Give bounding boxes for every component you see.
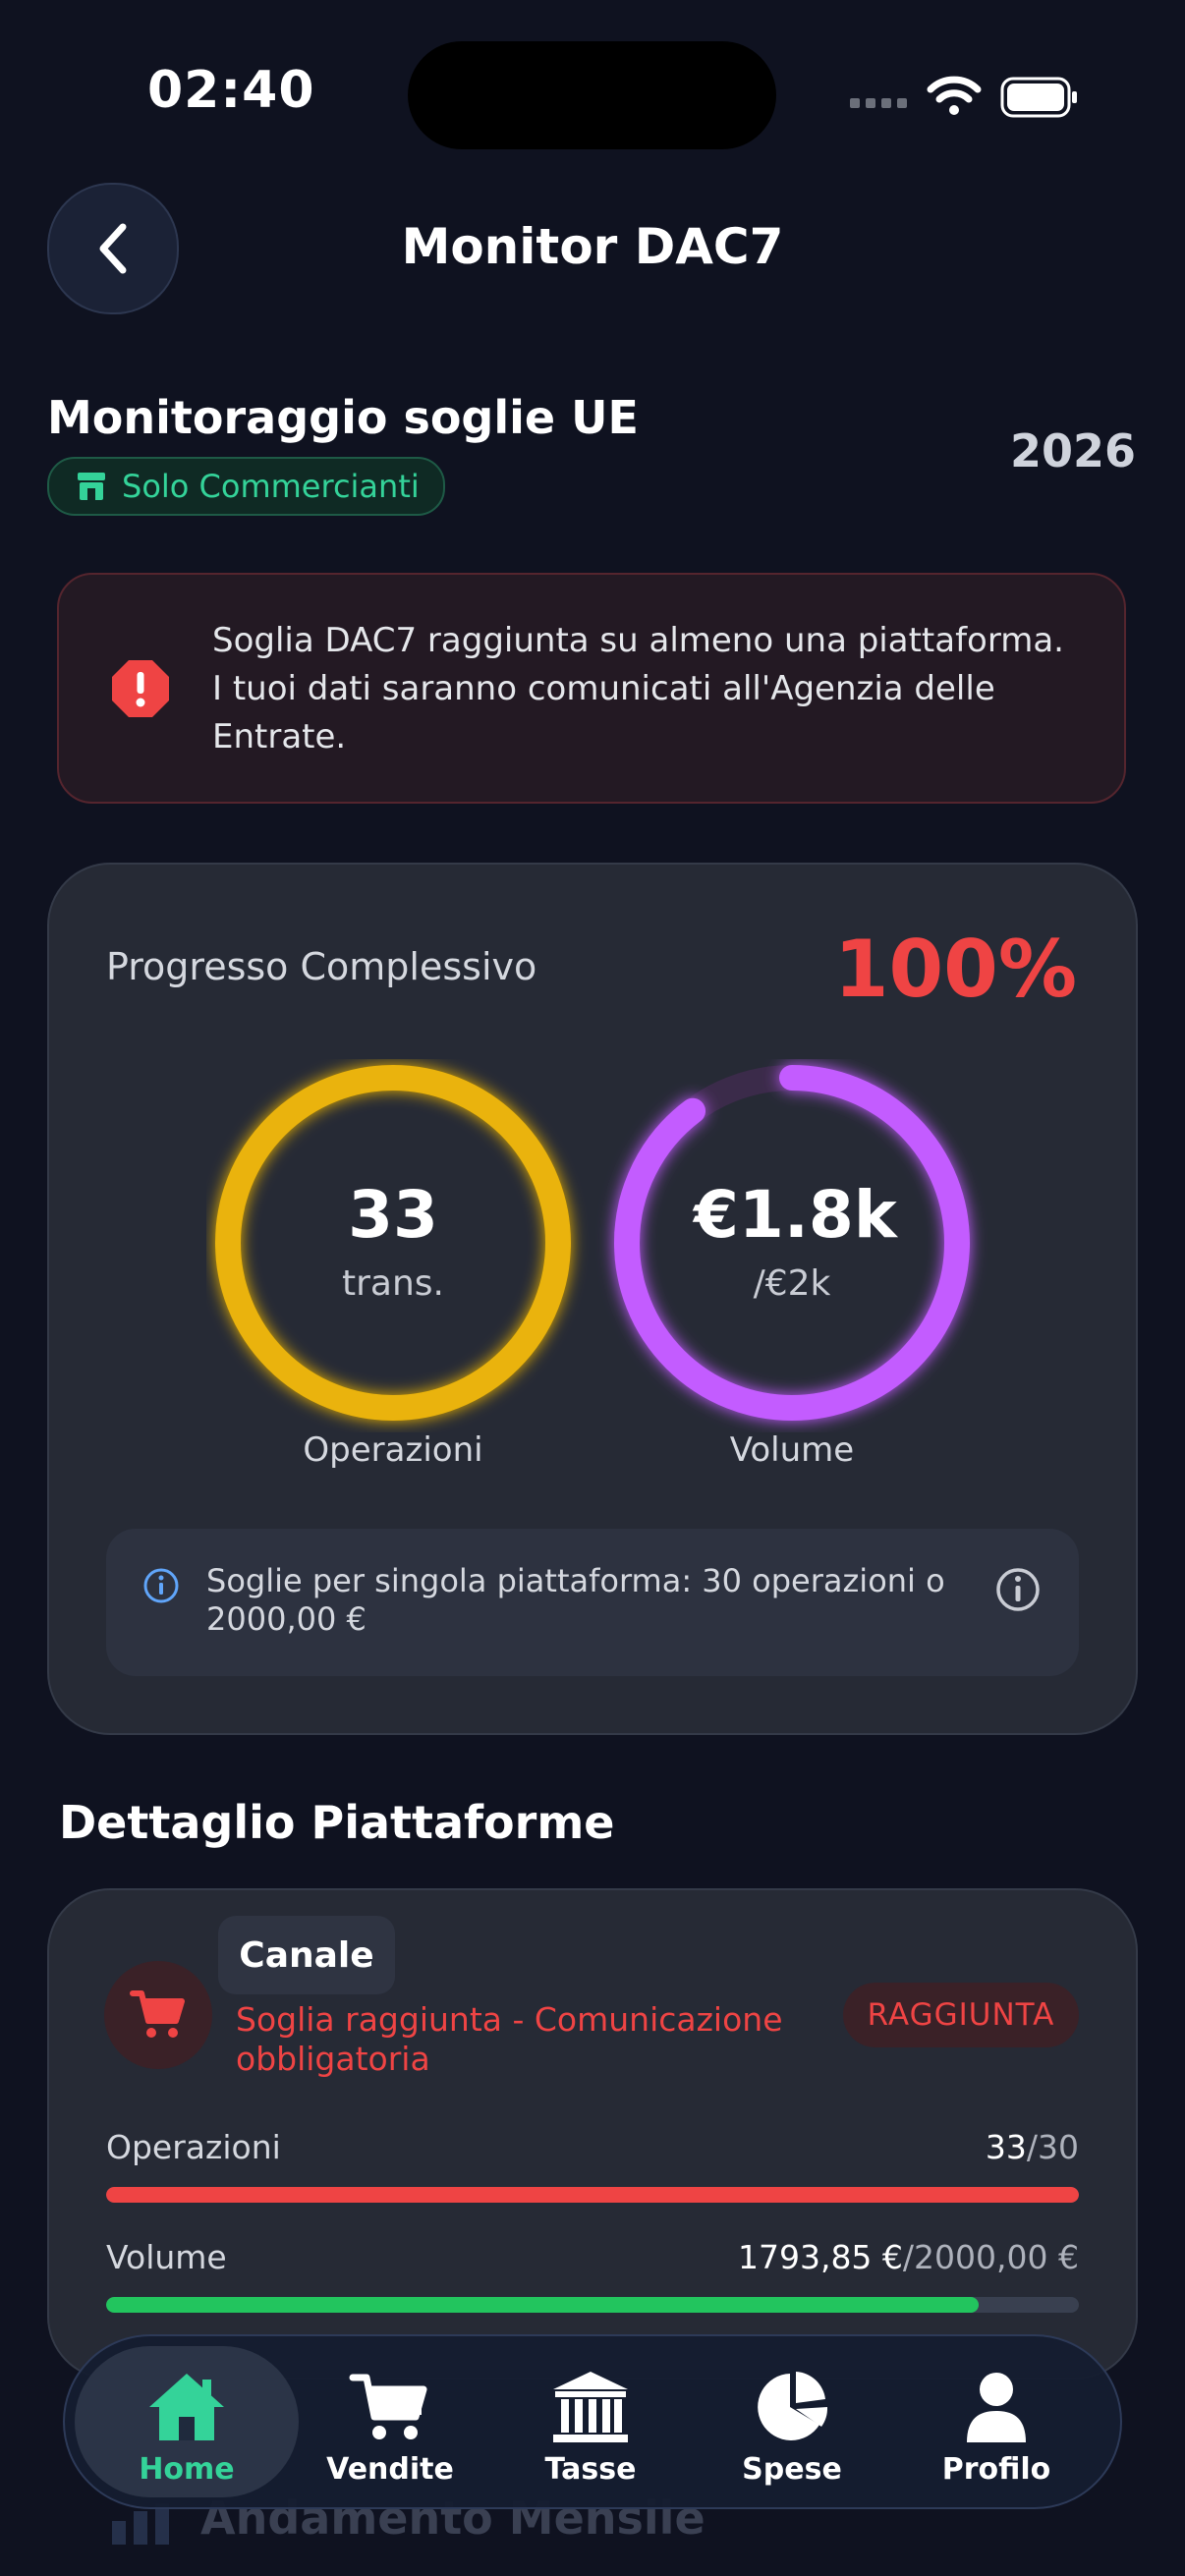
badge-label: Solo Commercianti [122, 468, 420, 505]
bank-icon [553, 2372, 628, 2442]
cart-icon [130, 1990, 185, 2038]
operations-bar-fill [106, 2187, 1079, 2203]
alert-text: Soglia DAC7 raggiunta su almeno una piat… [212, 621, 1064, 756]
tab-spese-label: Spese [742, 2452, 842, 2487]
info-icon [143, 1568, 179, 1603]
tab-profilo-label: Profilo [941, 2452, 1051, 2487]
tab-vendite-label: Vendite [326, 2452, 454, 2487]
operations-metric-value: 33/30 [986, 2128, 1079, 2166]
threshold-info-text: Soglie per singola piattaforma: 30 opera… [206, 1562, 945, 1638]
section-title: Monitoraggio soglie UE [47, 391, 639, 444]
platform-icon-circle [104, 1961, 212, 2069]
status-time: 02:40 [147, 61, 315, 120]
operations-current: 33 [985, 2128, 1027, 2166]
volume-metric-label: Volume [106, 2238, 227, 2276]
platform-tooltip: Canale [218, 1916, 395, 1994]
platform-status-text: Soglia raggiunta - Comunicazione obbliga… [236, 2000, 783, 2078]
page-title: Monitor DAC7 [401, 218, 784, 275]
tab-tasse-label: Tasse [544, 2452, 637, 2487]
tab-tasse[interactable]: Tasse [502, 2362, 679, 2487]
tab-home[interactable]: Home [98, 2362, 275, 2487]
home-icon [149, 2374, 224, 2440]
cellular-signal-icon [850, 98, 909, 112]
alert-octagon-icon [112, 660, 169, 717]
volume-value: €1.8k [694, 1177, 897, 1253]
user-icon [967, 2373, 1026, 2442]
operations-sub: trans. [342, 1263, 444, 1304]
wifi-icon [927, 76, 982, 115]
cart-icon [349, 2374, 427, 2439]
operations-metric-label: Operazioni [106, 2128, 281, 2166]
volume-bar [106, 2297, 1079, 2313]
store-icon [78, 473, 105, 500]
operations-max: /30 [1026, 2128, 1079, 2166]
platforms-title: Dettaglio Piattaforme [59, 1796, 615, 1849]
volume-caption: Volume [729, 1430, 855, 1470]
operations-value: 33 [348, 1177, 438, 1253]
year-label[interactable]: 2026 [1010, 424, 1136, 477]
operations-bar [106, 2187, 1079, 2203]
volume-sub: /€2k [753, 1263, 831, 1304]
bar-chart-icon [112, 2503, 169, 2545]
tab-vendite[interactable]: Vendite [302, 2362, 479, 2487]
dynamic-island [408, 41, 776, 149]
merchant-badge: Solo Commercianti [47, 457, 445, 516]
tab-home-label: Home [139, 2452, 235, 2487]
progress-percent: 100% [833, 924, 1077, 1015]
volume-current: 1793,85 € [737, 2238, 903, 2276]
tab-spese[interactable]: Spese [704, 2362, 880, 2487]
pie-chart-icon [758, 2372, 828, 2440]
volume-metric-value: 1793,85 €/2000,00 € [738, 2238, 1079, 2276]
info-detail-icon[interactable] [994, 1566, 1042, 1613]
status-pill: RAGGIUNTA [843, 1983, 1079, 2047]
progress-label: Progresso Complessivo [106, 945, 537, 988]
operations-caption: Operazioni [303, 1430, 483, 1470]
battery-icon [1000, 77, 1077, 118]
volume-max: /2000,00 € [902, 2238, 1079, 2276]
tab-profilo[interactable]: Profilo [908, 2362, 1085, 2487]
volume-bar-fill [106, 2297, 980, 2313]
